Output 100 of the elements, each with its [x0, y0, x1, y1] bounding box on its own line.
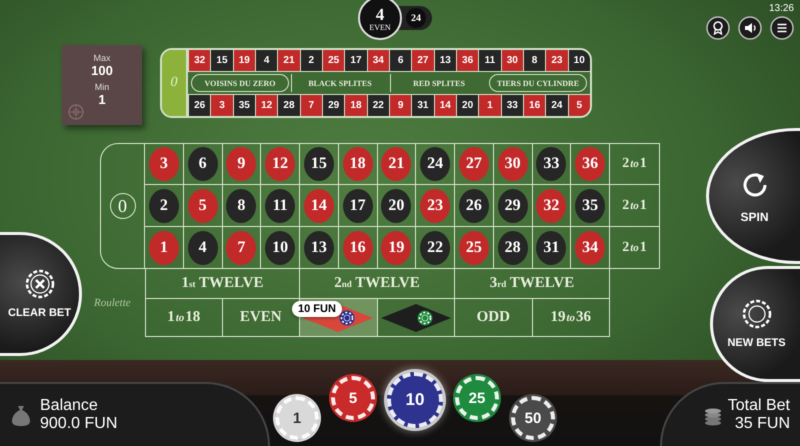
racetrack-number[interactable]: 3: [210, 94, 233, 116]
racetrack-number[interactable]: 34: [366, 50, 389, 72]
racetrack-number[interactable]: 19: [232, 50, 255, 72]
racetrack-number[interactable]: 1: [478, 94, 501, 116]
racetrack-number[interactable]: 31: [411, 94, 434, 116]
number-bet[interactable]: 36: [575, 147, 606, 181]
menu-icon[interactable]: [770, 16, 794, 40]
racetrack-number[interactable]: 5: [568, 94, 590, 116]
zero-bet-area[interactable]: 0: [100, 143, 145, 269]
result-number: 4: [376, 7, 384, 23]
racetrack-section[interactable]: TIERS DU CYLINDRE: [489, 74, 587, 92]
award-icon[interactable]: [706, 16, 730, 40]
clear-bet-button[interactable]: CLEAR BET: [0, 232, 82, 356]
racetrack-number[interactable]: 13: [434, 50, 456, 72]
chip-button[interactable]: 10: [387, 372, 443, 428]
racetrack-number[interactable]: 26: [188, 94, 210, 116]
racetrack-number[interactable]: 24: [545, 94, 568, 116]
racetrack-number[interactable]: 2: [300, 50, 322, 72]
racetrack-number[interactable]: 10: [568, 50, 590, 72]
number-bet[interactable]: 23: [420, 188, 450, 222]
number-bet[interactable]: 10: [265, 230, 296, 264]
racetrack-number[interactable]: 11: [478, 50, 501, 72]
racetrack-section[interactable]: VOISINS DU ZERO: [191, 74, 289, 92]
number-bet[interactable]: 19: [381, 230, 412, 264]
spin-button[interactable]: SPIN: [706, 128, 800, 264]
number-bet[interactable]: 31: [536, 230, 566, 264]
number-bet[interactable]: 18: [342, 147, 373, 181]
number-bet[interactable]: 4: [188, 230, 218, 264]
number-bet[interactable]: 27: [458, 147, 489, 181]
number-bet[interactable]: 25: [458, 230, 489, 264]
racetrack-number[interactable]: 22: [366, 94, 389, 116]
number-bet[interactable]: 32: [536, 188, 566, 222]
number-bet[interactable]: 5: [188, 188, 218, 222]
outside-bet[interactable]: ODD: [455, 299, 532, 337]
number-bet[interactable]: 6: [188, 147, 218, 181]
new-bets-button[interactable]: NEW BETS: [710, 266, 800, 382]
number-bet[interactable]: 15: [304, 147, 334, 181]
number-bet[interactable]: 22: [420, 230, 450, 264]
racetrack-number[interactable]: 30: [500, 50, 523, 72]
racetrack-number[interactable]: 33: [500, 94, 523, 116]
chip-button[interactable]: 50: [511, 396, 555, 440]
number-bet[interactable]: 28: [498, 230, 528, 264]
number-bet[interactable]: 11: [265, 188, 296, 222]
number-bet[interactable]: 24: [420, 147, 450, 181]
number-bet[interactable]: 9: [226, 147, 256, 181]
number-bet[interactable]: 3: [148, 147, 179, 181]
number-bet[interactable]: 34: [575, 230, 606, 264]
racetrack-number[interactable]: 18: [344, 94, 367, 116]
number-bet[interactable]: 33: [536, 147, 566, 181]
number-bet[interactable]: 16: [342, 230, 373, 264]
number-bet[interactable]: 7: [226, 230, 256, 264]
number-bet[interactable]: 14: [304, 188, 334, 222]
number-bet[interactable]: 13: [304, 230, 334, 264]
column-bet[interactable]: 2to1: [610, 227, 660, 269]
number-bet[interactable]: 1: [148, 230, 179, 264]
outside-bet[interactable]: 1to 18: [145, 299, 222, 337]
number-bet[interactable]: 12: [265, 147, 296, 181]
racetrack-number[interactable]: 32: [188, 50, 210, 72]
racetrack-number[interactable]: 28: [277, 94, 300, 116]
column-bet[interactable]: 2to1: [610, 185, 660, 227]
color-bet[interactable]: [378, 299, 455, 337]
column-bet[interactable]: 2to1: [610, 143, 660, 185]
chip-icon: [339, 310, 356, 326]
number-bet[interactable]: 8: [226, 188, 256, 222]
min-label: Min: [94, 82, 110, 92]
racetrack-number[interactable]: 17: [344, 50, 367, 72]
chip-button[interactable]: 5: [331, 376, 375, 420]
number-bet[interactable]: 26: [458, 188, 489, 222]
racetrack-number[interactable]: 14: [434, 94, 456, 116]
racetrack-number[interactable]: 20: [456, 94, 478, 116]
racetrack-number[interactable]: 12: [254, 94, 278, 116]
number-bet[interactable]: 21: [381, 147, 412, 181]
racetrack-section[interactable]: BLACK SPLITES: [291, 74, 388, 92]
number-bet[interactable]: 35: [575, 188, 606, 222]
balance-value: 900.0 FUN: [40, 415, 118, 433]
racetrack-number[interactable]: 6: [388, 50, 412, 72]
racetrack-number[interactable]: 8: [522, 50, 546, 72]
racetrack-number[interactable]: 27: [411, 50, 434, 72]
racetrack-number[interactable]: 29: [322, 94, 344, 116]
racetrack-number[interactable]: 9: [388, 94, 412, 116]
racetrack-number[interactable]: 36: [456, 50, 478, 72]
chip-button[interactable]: 25: [455, 376, 499, 420]
racetrack-number[interactable]: 23: [545, 50, 568, 72]
racetrack-number[interactable]: 4: [254, 50, 278, 72]
chip-button[interactable]: 1: [275, 396, 319, 440]
racetrack-number[interactable]: 15: [210, 50, 233, 72]
racetrack-number[interactable]: 25: [322, 50, 344, 72]
racetrack-number[interactable]: 35: [232, 94, 255, 116]
racetrack-section[interactable]: RED SPLITES: [390, 74, 487, 92]
number-bet[interactable]: 17: [342, 188, 373, 222]
racetrack-number[interactable]: 21: [277, 50, 300, 72]
number-bet[interactable]: 30: [498, 147, 528, 181]
outside-bet[interactable]: 19to36: [532, 299, 610, 337]
racetrack-number[interactable]: 16: [522, 94, 546, 116]
number-bet[interactable]: 29: [498, 188, 528, 222]
racetrack-number[interactable]: 7: [300, 94, 322, 116]
sound-icon[interactable]: [738, 16, 762, 40]
number-bet[interactable]: 2: [148, 188, 179, 222]
number-bet[interactable]: 20: [381, 188, 412, 222]
max-label: Max: [93, 53, 110, 63]
